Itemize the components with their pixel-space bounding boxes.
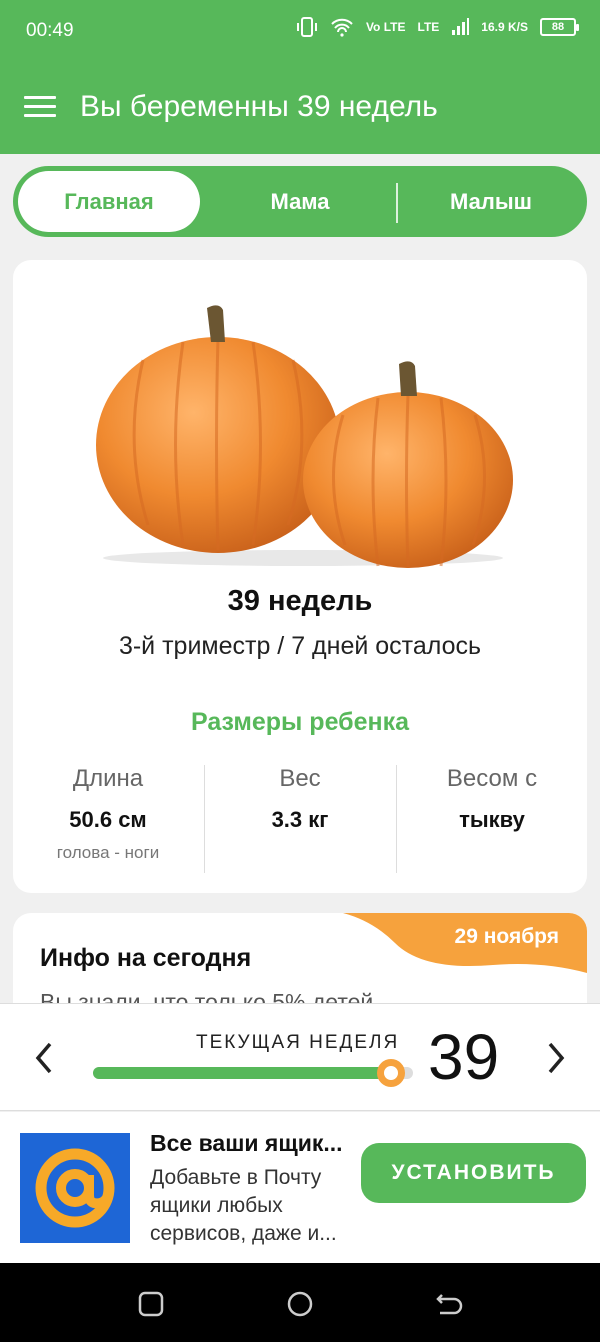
ad-banner[interactable]: Все ваши ящик... Добавьте в Почту ящики … — [0, 1112, 600, 1263]
vibrate-icon — [296, 17, 317, 37]
week-title: 39 недель — [227, 585, 373, 617]
status-bar: 00:49 Vo LTE LTE 16.9 K/S 88 — [0, 0, 600, 60]
ad-title[interactable]: Все ваши ящик... — [150, 1130, 343, 1157]
back-icon[interactable] — [434, 1289, 464, 1319]
week-slider-handle[interactable] — [376, 1059, 405, 1087]
system-nav-bar — [0, 1263, 600, 1342]
battery-level: 88 — [551, 21, 565, 33]
stat-value: 3.3 кг — [271, 807, 329, 832]
stat-value: 50.6 см — [69, 807, 147, 832]
info-title: Инфо на сегодня — [40, 944, 252, 972]
week-navigator: ТЕКУЩАЯ НЕДЕЛЯ 39 — [0, 1003, 600, 1111]
baby-sizes-title: Размеры ребенка — [190, 708, 410, 736]
date-text: 29 ноября — [454, 925, 559, 948]
install-button[interactable]: УСТАНОВИТЬ — [361, 1143, 586, 1203]
wifi-icon — [331, 18, 353, 37]
status-time: 00:49 — [26, 20, 74, 41]
speed-unit: K/S — [507, 20, 528, 34]
stat-label: Длина — [72, 765, 144, 792]
week-progress-slider[interactable] — [93, 1059, 413, 1087]
chevron-left-icon[interactable] — [30, 1040, 58, 1076]
app-bar: Вы беременны 39 недель — [0, 60, 600, 154]
current-week-label: ТЕКУЩАЯ НЕДЕЛЯ — [196, 1032, 400, 1053]
volte-label: Vo LTE — [365, 20, 406, 34]
stat-subtext: голова - ноги — [56, 843, 160, 862]
home-icon[interactable] — [285, 1289, 315, 1319]
tab-mom[interactable]: Мама — [208, 169, 392, 234]
chevron-right-icon[interactable] — [542, 1040, 570, 1076]
date-badge: 29 ноября — [343, 913, 587, 975]
stat-size-compare: Весом с тыкву — [397, 765, 587, 833]
segmented-tabs: Главная Мама Малыш — [13, 166, 587, 237]
week-card: 39 недель 3-й триместр / 7 дней осталось… — [13, 260, 587, 893]
pumpkin-image — [96, 305, 513, 569]
week-progress-fill — [93, 1067, 391, 1079]
status-icons: Vo LTE LTE 16.9 K/S 88 — [296, 16, 579, 38]
battery-icon: 88 — [540, 18, 579, 36]
current-week-number: 39 — [428, 1021, 500, 1093]
stat-length: Длина 50.6 см голова - ноги — [13, 765, 203, 863]
trimester-text: 3-й триместр / 7 дней осталось — [118, 632, 482, 660]
ad-description[interactable]: Добавьте в Почту ящики любых сервисов, д… — [150, 1164, 350, 1248]
tab-home[interactable]: Главная — [18, 171, 200, 232]
recent-apps-icon[interactable] — [136, 1289, 166, 1319]
speed-value: 16.9 — [481, 20, 505, 34]
stat-label: Вес — [279, 765, 321, 792]
network-speed: 16.9 K/S — [481, 20, 528, 34]
menu-icon[interactable] — [24, 96, 56, 120]
page-title: Вы беременны 39 недель — [80, 90, 438, 123]
signal-icon — [452, 18, 470, 35]
lte-label: LTE — [417, 20, 440, 34]
tab-baby[interactable]: Малыш — [398, 169, 584, 234]
stat-value: тыкву — [459, 807, 525, 832]
mail-at-icon[interactable] — [20, 1133, 130, 1243]
stat-weight: Вес 3.3 кг — [205, 765, 395, 833]
stat-label: Весом с — [446, 765, 538, 792]
